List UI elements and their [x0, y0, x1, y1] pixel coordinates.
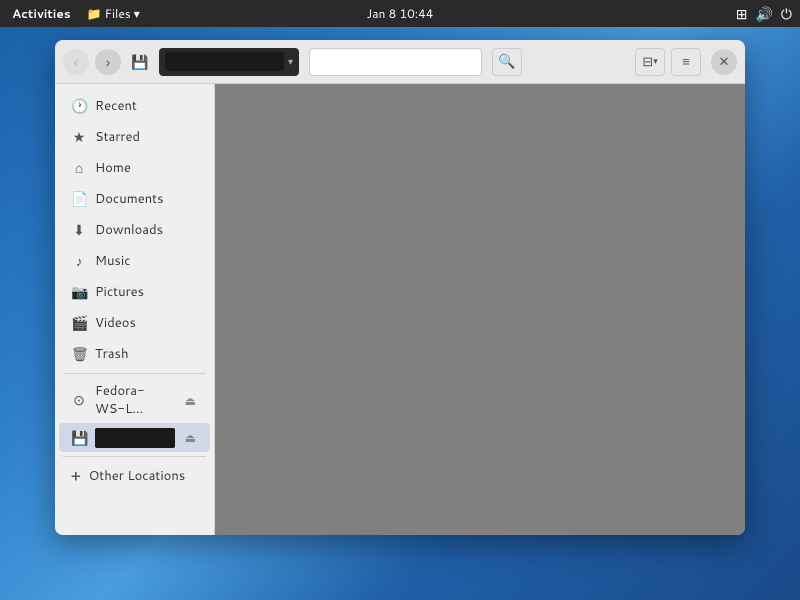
back-button[interactable]: ‹	[63, 49, 89, 75]
topbar: Activities 📁 Files ▾ Jan 8 10:44 ⊞ 🔊 ⏻	[0, 0, 800, 27]
sidebar-documents-label: Documents	[95, 190, 198, 208]
hamburger-icon: ≡	[682, 54, 690, 69]
sidebar: 🕐 Recent ★ Starred ⌂ Home 📄 Documents ⬇	[55, 84, 215, 535]
hamburger-menu-button[interactable]: ≡	[671, 48, 701, 76]
sidebar-item-trash[interactable]: 🗑 Trash	[59, 339, 210, 369]
sidebar-starred-label: Starred	[95, 128, 198, 146]
music-icon: ♪	[71, 251, 87, 271]
desktop: Activities 📁 Files ▾ Jan 8 10:44 ⊞ 🔊 ⏻ ‹…	[0, 0, 800, 600]
drive2-eject-button[interactable]: ⏏	[183, 427, 198, 448]
close-button[interactable]: ✕	[711, 49, 737, 75]
sidebar-item-fedora-drive[interactable]: ⊙ Fedora-WS-L... ⏏	[59, 378, 210, 422]
location-dropdown-icon[interactable]: ▾	[288, 55, 293, 69]
downloads-icon: ⬇	[71, 220, 87, 240]
sidebar-item-videos[interactable]: 🎬 Videos	[59, 308, 210, 338]
drive2-icon: 💾	[71, 428, 87, 448]
activities-button[interactable]: Activities	[8, 3, 75, 24]
sidebar-downloads-label: Downloads	[95, 221, 198, 239]
sidebar-home-label: Home	[95, 159, 198, 177]
location-icon-button[interactable]: 💾	[127, 49, 153, 75]
search-icon: 🔍	[498, 53, 515, 70]
path-input[interactable]	[309, 48, 482, 76]
location-bar-text	[165, 52, 284, 71]
power-icon[interactable]: ⏻	[781, 4, 792, 24]
fm-body: 🕐 Recent ★ Starred ⌂ Home 📄 Documents ⬇	[55, 84, 745, 535]
volume-icon[interactable]: 🔊	[755, 4, 772, 24]
files-menu-button[interactable]: 📁 Files ▾	[87, 5, 140, 22]
documents-icon: 📄	[71, 189, 87, 209]
forward-button[interactable]: ›	[95, 49, 121, 75]
sidebar-music-label: Music	[95, 252, 198, 270]
sidebar-divider	[63, 373, 206, 374]
file-manager-window: ‹ › 💾 ▾ 🔍 ⊟ ▾ ≡	[55, 40, 745, 535]
sidebar-trash-label: Trash	[95, 345, 198, 363]
files-icon: 📁	[87, 5, 102, 22]
search-button[interactable]: 🔍	[492, 48, 522, 76]
add-icon: +	[71, 466, 81, 486]
files-dropdown-icon: ▾	[134, 5, 140, 22]
videos-icon: 🎬	[71, 313, 87, 333]
sidebar-item-home[interactable]: ⌂ Home	[59, 153, 210, 183]
sidebar-item-downloads[interactable]: ⬇ Downloads	[59, 215, 210, 245]
sidebar-item-recent[interactable]: 🕐 Recent	[59, 91, 210, 121]
sidebar-item-pictures[interactable]: 📷 Pictures	[59, 277, 210, 307]
sidebar-videos-label: Videos	[95, 314, 198, 332]
network-icon[interactable]: ⊞	[736, 4, 748, 24]
fedora-drive-label: Fedora-WS-L...	[95, 382, 175, 418]
fedora-drive-icon: ⊙	[71, 390, 87, 410]
sidebar-pictures-label: Pictures	[95, 283, 198, 301]
trash-icon: 🗑	[71, 344, 87, 364]
view-options-button[interactable]: ⊟ ▾	[635, 48, 665, 76]
topbar-left: Activities 📁 Files ▾	[8, 3, 140, 24]
fm-content-area	[215, 84, 745, 535]
sidebar-item-music[interactable]: ♪ Music	[59, 246, 210, 276]
fedora-eject-button[interactable]: ⏏	[183, 390, 198, 411]
topbar-right: ⊞ 🔊 ⏻	[736, 4, 792, 24]
sidebar-item-starred[interactable]: ★ Starred	[59, 122, 210, 152]
sidebar-item-documents[interactable]: 📄 Documents	[59, 184, 210, 214]
view-dropdown-icon: ▾	[653, 56, 658, 67]
topbar-datetime: Jan 8 10:44	[367, 5, 434, 22]
sidebar-item-other-locations[interactable]: + Other Locations	[59, 461, 210, 491]
recent-icon: 🕐	[71, 96, 87, 116]
pictures-icon: 📷	[71, 282, 87, 302]
sidebar-recent-label: Recent	[95, 97, 198, 115]
sidebar-divider-2	[63, 456, 206, 457]
home-icon: ⌂	[71, 158, 87, 178]
starred-icon: ★	[71, 127, 87, 147]
drive-icon: 💾	[131, 52, 148, 72]
location-bar[interactable]: ▾	[159, 48, 299, 76]
close-icon: ✕	[719, 54, 730, 70]
sidebar-item-drive2[interactable]: 💾 ⏏	[59, 423, 210, 452]
other-locations-label: Other Locations	[89, 467, 198, 485]
view-options-icon: ⊟	[642, 54, 653, 70]
fm-header: ‹ › 💾 ▾ 🔍 ⊟ ▾ ≡	[55, 40, 745, 84]
